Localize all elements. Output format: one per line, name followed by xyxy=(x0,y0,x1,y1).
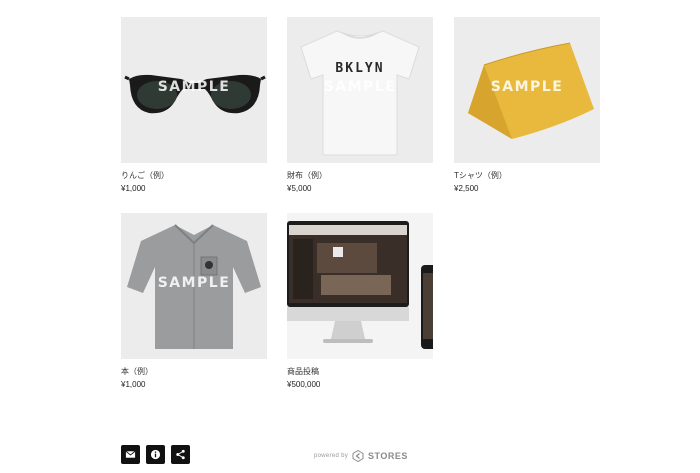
sunglasses-image xyxy=(124,74,266,114)
product-name[interactable]: Tシャツ（例） xyxy=(454,171,600,181)
product-image[interactable] xyxy=(287,213,433,359)
product-name[interactable]: 財布（例） xyxy=(287,171,433,181)
shirt-image xyxy=(127,224,261,349)
product-card[interactable]: SAMPLE Tシャツ（例） ¥2,500 xyxy=(454,17,600,194)
product-name[interactable]: 商品投稿 xyxy=(287,367,433,377)
product-price: ¥2,500 xyxy=(454,184,479,193)
monitor-image xyxy=(287,221,433,349)
product-card[interactable]: SAMPLE りんご（例） ¥1,000 xyxy=(121,17,267,194)
info-icon xyxy=(150,449,161,460)
product-image[interactable]: SAMPLE xyxy=(454,17,600,163)
share-icon xyxy=(176,449,185,460)
mail-button[interactable] xyxy=(121,445,140,464)
mail-icon xyxy=(125,450,136,458)
product-name[interactable]: 本（例） xyxy=(121,367,267,377)
info-button[interactable] xyxy=(146,445,165,464)
product-price: ¥500,000 xyxy=(287,380,321,389)
footer-icon-bar xyxy=(121,445,190,464)
powered-by-stores[interactable]: powered by STORES xyxy=(314,450,408,462)
powered-by-text: powered by xyxy=(314,453,349,459)
stores-logo-icon xyxy=(352,450,364,462)
product-image[interactable]: SAMPLE xyxy=(121,17,267,163)
product-card[interactable]: BKLYN SAMPLE 財布（例） ¥5,000 xyxy=(287,17,433,194)
stores-brand-text: STORES xyxy=(368,451,408,461)
product-price: ¥1,000 xyxy=(121,184,146,193)
product-price: ¥1,000 xyxy=(121,380,146,389)
tshirt-image: BKLYN xyxy=(300,30,420,156)
share-button[interactable] xyxy=(171,445,190,464)
tshirt-print-text: BKLYN xyxy=(335,61,384,76)
product-image[interactable]: BKLYN SAMPLE xyxy=(287,17,433,163)
product-price: ¥5,000 xyxy=(287,184,312,193)
product-name[interactable]: りんご（例） xyxy=(121,171,267,181)
product-image[interactable]: SAMPLE xyxy=(121,213,267,359)
product-card[interactable]: SAMPLE 本（例） ¥1,000 xyxy=(121,213,267,390)
yellow-pouch-image xyxy=(468,42,594,139)
product-card[interactable]: 商品投稿 ¥500,000 xyxy=(287,213,433,390)
